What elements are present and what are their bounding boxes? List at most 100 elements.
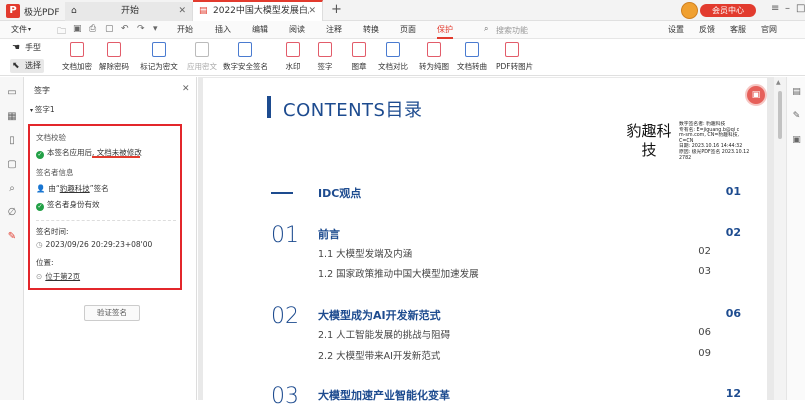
open-icon[interactable]: 🗀 (57, 24, 66, 40)
bookmark-icon[interactable]: ▯ (6, 135, 18, 147)
redo-icon[interactable]: ↷ (137, 24, 145, 34)
toc-subentry[interactable]: 1.1 大模型发端及内涵 02 (318, 246, 711, 260)
menu-settings[interactable]: 设置 (668, 24, 684, 35)
hand-tool[interactable]: ☚ 手型 (10, 41, 44, 55)
chevron-down-icon[interactable]: ▾ (28, 26, 31, 33)
new-icon[interactable]: ▢ (105, 24, 114, 34)
edit-icon[interactable]: ✎ (791, 111, 802, 122)
signer-name-row: 👤 由“豹趣科技”签名 (36, 183, 109, 194)
search-icon[interactable]: ⌕ (6, 183, 18, 195)
to-image-only-button[interactable]: 转为纯图 (418, 42, 450, 75)
avatar[interactable] (681, 2, 698, 19)
outline-text-button[interactable]: 文档转曲 (456, 42, 488, 75)
toc-entry[interactable]: 03 大模型加速产业智能化变革 12 (271, 384, 741, 409)
menu-feedback[interactable]: 反馈 (699, 24, 715, 35)
menu-read[interactable]: 阅读 (289, 24, 305, 35)
comment-icon[interactable]: ▢ (6, 159, 18, 171)
toc-subpage: 06 (698, 327, 711, 338)
new-tab-icon[interactable]: + (331, 2, 342, 17)
search-icon: ⌕ (484, 24, 489, 33)
toc-entry[interactable]: 02 大模型成为AI开发新范式 06 (271, 304, 741, 329)
maximize-icon[interactable]: □ (796, 3, 805, 14)
location-row[interactable]: ⊙ 位于第2页 (36, 271, 80, 282)
signature-name: 签字1 (34, 105, 55, 114)
signature-item[interactable]: ▾ 签字1 (30, 104, 55, 115)
menu-convert[interactable]: 转换 (363, 24, 379, 35)
minimize-icon[interactable]: – (785, 3, 790, 14)
scroll-up-icon[interactable]: ▲ (776, 79, 781, 86)
document-viewport[interactable]: CONTENTS目录 豹趣科技 数字签名者: 豹趣科技 专有名: E=jigua… (198, 77, 774, 409)
button-label: 转为纯图 (419, 62, 449, 71)
close-icon[interactable]: ✕ (182, 84, 190, 94)
location-icon: ⊙ (36, 272, 43, 281)
menu-page[interactable]: 页面 (400, 24, 416, 35)
watermark-button[interactable]: 水印 (282, 42, 304, 75)
menu-edit[interactable]: 编辑 (252, 24, 268, 35)
attachment-icon[interactable]: ∅ (6, 207, 18, 219)
sign-button[interactable]: 签字 (314, 42, 336, 75)
signer-prefix: 由“ (48, 184, 60, 193)
home-icon: ⌂ (71, 6, 77, 16)
close-icon[interactable]: ✕ (178, 2, 186, 21)
remove-password-button[interactable]: 解除密码 (98, 42, 130, 75)
check-icon: ✓ (36, 203, 44, 211)
select-tool[interactable]: ⬉ 选择 (10, 59, 44, 73)
signer-info-label: 签名者信息 (36, 168, 74, 177)
page-icon[interactable]: ▭ (6, 87, 18, 99)
button-label: 数字安全签名 (223, 62, 268, 71)
mark-redaction-button[interactable]: 标记为密文 (139, 42, 179, 75)
toc-subpage: 03 (698, 266, 711, 277)
signature-icon (318, 42, 332, 57)
properties-icon[interactable]: ▤ (791, 87, 802, 98)
save-icon[interactable]: ▣ (73, 24, 82, 34)
toc-entry[interactable]: IDC观点 01 (271, 182, 741, 202)
location-link[interactable]: 位于第2页 (45, 272, 80, 281)
menu-annotate[interactable]: 注释 (326, 24, 342, 35)
signature-panel-icon[interactable]: ✎ (6, 231, 18, 243)
cursor-icon: ⬉ (12, 61, 20, 71)
document-page: CONTENTS目录 豹趣科技 数字签名者: 豹趣科技 专有名: E=jigua… (203, 78, 767, 409)
apply-redaction-button[interactable]: 应用密文 (186, 42, 218, 75)
lock-doc-icon (70, 42, 84, 57)
tab-start[interactable]: ⌂ 开始 ✕ (65, 2, 193, 21)
menu-start[interactable]: 开始 (177, 24, 193, 35)
floating-tool-icon[interactable]: ▣ (745, 84, 767, 106)
close-icon[interactable]: ✕ (308, 2, 316, 21)
doc-check-label: 文档校验 (36, 133, 66, 142)
toc-number: 01 (271, 223, 299, 248)
check-icon: ✓ (36, 151, 44, 159)
tab-label: 开始 (121, 6, 140, 16)
menu-protect[interactable]: 保护 (437, 24, 453, 39)
button-label: 水印 (285, 62, 301, 71)
menu-support[interactable]: 客服 (730, 24, 746, 35)
toc-entry[interactable]: 01 前言 02 (271, 223, 741, 248)
toc-subentry[interactable]: 1.2 国家政策推动中国大模型加速发展 03 (318, 266, 711, 280)
undo-icon[interactable]: ↶ (121, 24, 129, 34)
button-label: 标记为密文 (140, 62, 178, 71)
time-row: ◷ 2023/09/26 20:29:23+08'00 (36, 240, 152, 249)
print-icon[interactable]: ⎙ (89, 24, 96, 34)
menu-file[interactable]: 文件 (11, 24, 27, 35)
scrollbar-thumb[interactable] (778, 91, 782, 139)
ai-icon[interactable]: ▣ (791, 135, 802, 146)
thumbnails-icon[interactable]: ▦ (6, 111, 18, 123)
toc-number: 03 (271, 384, 299, 409)
digital-signature-button[interactable]: 数字安全签名 (223, 42, 268, 75)
stamp-button[interactable]: 图章 (348, 42, 370, 75)
expand-icon[interactable]: ▾ (153, 24, 158, 34)
toc-subentry[interactable]: 2.2 大模型带来AI开发新范式 09 (318, 348, 711, 362)
verify-signature-button[interactable]: 验证签名 (84, 305, 140, 321)
menu-icon[interactable]: ≡ (771, 3, 779, 14)
encrypt-button[interactable]: 文档加密 (62, 42, 92, 75)
search-input[interactable]: 搜索功能 (496, 24, 562, 37)
menu-website[interactable]: 官网 (761, 24, 777, 35)
tab-document[interactable]: ▤ 2022中国大模型发展白皮书... ✕ (193, 0, 323, 21)
toc-subentry[interactable]: 2.1 人工智能发展的挑战与阻碍 06 (318, 327, 711, 341)
signature-stamp[interactable]: 豹趣科技 数字签名者: 豹趣科技 专有名: E=jiguang.b@qi c m… (621, 120, 761, 164)
pdf-to-image-button[interactable]: PDF转图片 (496, 42, 533, 75)
menu-insert[interactable]: 插入 (215, 24, 231, 35)
vertical-scrollbar[interactable]: ▲ (774, 77, 786, 400)
vip-center-button[interactable]: 会员中心 (700, 4, 756, 17)
vip-center[interactable]: 会员中心 (681, 2, 771, 19)
compare-button[interactable]: 文档对比 (377, 42, 409, 75)
